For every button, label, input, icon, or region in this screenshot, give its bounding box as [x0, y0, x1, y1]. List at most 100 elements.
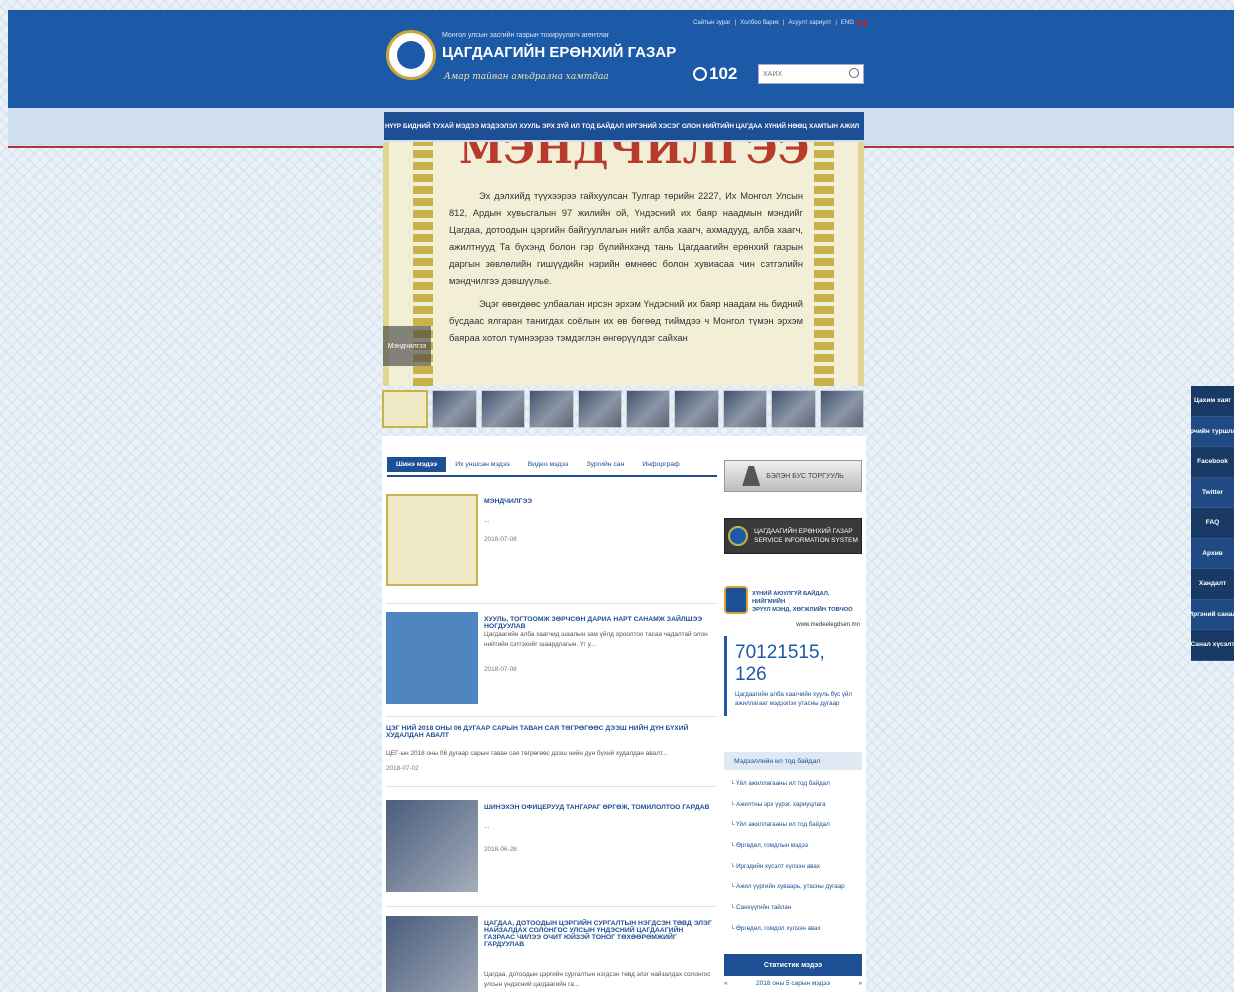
nav-item-public-police[interactable]: ОЛОН НИЙТИЙН ЦАГДАА — [680, 120, 764, 132]
mongol-banner-line2: ЭРҮҮЛ МЭНД, ХӨГЖЛИЙН ТОВЧОО — [752, 607, 853, 613]
transparency-link[interactable]: └ Үйл ажиллагааны ил тод байдал — [730, 821, 864, 842]
transparency-link[interactable]: └ Ажил үүргийн хуваарь, утасны дугаар — [730, 883, 864, 904]
statistics-title[interactable]: Статистик мэдээ — [724, 954, 862, 976]
top-link-english[interactable]: ENG — [841, 20, 854, 26]
hotline-phone-number[interactable]: 70121515, 126 — [735, 642, 854, 686]
thumbnail[interactable] — [480, 390, 526, 428]
news-body: ЦЕГ-ын 2018 оны 06 дугаар сарын таван са… — [386, 750, 668, 757]
top-link-sitemap[interactable]: Сайтын зураг — [693, 20, 731, 26]
search-input[interactable] — [759, 65, 847, 83]
top-link-faq[interactable]: Асуулт хариулт — [788, 20, 831, 26]
banner-paragraph-1: Эх дэлхийд түүхээрээ гайхуулсан Тулгар т… — [449, 191, 803, 286]
cashless-fine-button[interactable]: БЭЛЭН БУС ТОРГУУЛЬ — [724, 460, 862, 492]
transparency-link[interactable]: └ Ажилтны эрх үүрэг, хариуцлага — [730, 801, 864, 822]
quicklink-visits[interactable]: Хандалт — [1191, 569, 1234, 600]
news-item[interactable]: ЦЭГ НИЙ 2018 ОНЫ 06 ДУГААР САРЫН ТАВАН С… — [386, 725, 716, 775]
thumbnail[interactable] — [577, 390, 623, 428]
news-title[interactable]: ЦЭГ НИЙ 2018 ОНЫ 06 ДУГААР САРЫН ТАВАН С… — [386, 725, 716, 739]
statistics-pager: « 2018 оны 5 сарын мэдээ » — [724, 980, 862, 987]
quicklink-faq[interactable]: FAQ — [1191, 508, 1234, 539]
service-system-button[interactable]: ЦАГДААГИЙН ЕРӨНХИЙ ГАЗАР SERVICE INFORMA… — [724, 518, 862, 554]
quicklink-citizen-feedback[interactable]: Иргэний санал — [1191, 599, 1234, 630]
news-image[interactable] — [386, 494, 478, 586]
tab-most-read[interactable]: Их уншсан мэдээ — [446, 457, 519, 472]
tab-infographic[interactable]: Инфорграф — [633, 457, 688, 472]
search-box — [758, 64, 864, 84]
mongol-banner-url[interactable]: www.medeelegdsen.mn — [796, 622, 860, 628]
news-item[interactable]: ШИНЭХЭН ОФИЦЕРУУД ТАНГАРАГ ӨРГӨЖ, ТОМИЛО… — [386, 800, 716, 894]
mongol-banner-line1: ХҮНИЙ АЮУЛГҮЙ БАЙДАЛ, НИЙГМИЙН — [752, 591, 830, 605]
nav-item-cooperation[interactable]: ХАМТЫН АЖИЛ — [807, 120, 861, 132]
hotline-box: 70121515, 126 Цагдаагийн алба хаагчийн х… — [724, 636, 862, 716]
main-nav: НҮҮР БИДНИЙ ТУХАЙ МЭДЭЭ МЭДЭЭЛЭЛ ХУУЛЬ Э… — [384, 116, 861, 136]
quicklink-e-address[interactable]: Цахим хаяг — [1191, 386, 1234, 417]
thumbnail[interactable] — [626, 390, 671, 428]
stat-next-button[interactable]: » — [858, 980, 862, 987]
divider — [386, 603, 716, 604]
news-title[interactable]: ЦАГДАА, ДОТООДЫН ЦЭРГИЙН СУРГАЛТЫН НЭГДС… — [484, 920, 716, 948]
sidebar-service-system[interactable]: ЦАГДААГИЙН ЕРӨНХИЙ ГАЗАР SERVICE INFORMA… — [724, 518, 862, 554]
banner-caption[interactable]: Мэндчилгээ — [383, 326, 431, 366]
flag-icon[interactable] — [857, 20, 866, 26]
quicklink-feedback[interactable]: Санал хүсэлт — [1191, 630, 1234, 661]
stat-prev-button[interactable]: « — [724, 980, 728, 987]
nav-item-law[interactable]: ХУУЛЬ ЭРХ ЗҮЙ — [518, 120, 570, 132]
nav-item-home[interactable]: НҮҮР — [384, 120, 402, 132]
news-title[interactable]: МЭНДЧИЛГЭЭ — [484, 498, 716, 505]
banner-paragraph-2: Эцэг өвөгдөөс улбаалан ирсэн эрхэм Үндэс… — [449, 299, 803, 343]
news-title[interactable]: ШИНЭХЭН ОФИЦЕРУУД ТАНГАРАГ ӨРГӨЖ, ТОМИЛО… — [484, 804, 716, 811]
news-image[interactable] — [386, 800, 478, 892]
thumbnail[interactable] — [529, 390, 574, 428]
org-name[interactable]: ЦАГДААГИЙН ЕРӨНХИЙ ГАЗАР — [442, 44, 676, 61]
nav-item-news[interactable]: МЭДЭЭ МЭДЭЭЛЭЛ — [454, 120, 519, 132]
transparency-link[interactable]: └ Өргөдөл, гомдлын мэдээ — [730, 842, 864, 863]
quicklink-witness[interactable]: Гэрчийн туршлага — [1191, 416, 1234, 447]
transparency-link[interactable]: └ Өргөдөл, гомдол хүлээн авах — [730, 925, 864, 946]
news-item[interactable]: МЭНДЧИЛГЭЭ ... 2018-07-08 — [386, 494, 716, 588]
sidebar-cashless-fine[interactable]: БЭЛЭН БУС ТОРГУУЛЬ — [724, 460, 862, 492]
nav-item-about[interactable]: БИДНИЙ ТУХАЙ — [402, 120, 455, 132]
news-image[interactable] — [386, 916, 478, 992]
transparency-list: └ Үйл ажиллагааны ил тод байдал └ Ажилтн… — [730, 780, 864, 946]
quicklink-facebook[interactable]: Facebook — [1191, 447, 1234, 478]
hero-banner[interactable]: МЭНДЧИЛГЭЭ Эх дэлхийд түүхээрээ гайхуулс… — [383, 142, 864, 386]
police-logo[interactable] — [386, 30, 436, 80]
tab-video-news[interactable]: Видео мэдээ — [519, 457, 578, 472]
transparency-link[interactable]: └ Иргэдийн хүсэлт хүлээн авах — [730, 863, 864, 884]
news-title[interactable]: ХУУЛЬ, ТОГТООМЖ ЗӨРЧСӨН ДАРИА НАРТ САНАМ… — [484, 616, 716, 630]
news-body: ... — [484, 823, 490, 830]
thumbnail[interactable] — [382, 390, 429, 428]
news-body: Цагдаа, дотоодын цэргийн сургалтын нэгдс… — [484, 971, 711, 988]
mongol-banner-text: ХҮНИЙ АЮУЛГҮЙ БАЙДАЛ, НИЙГМИЙН ЭРҮҮЛ МЭН… — [752, 590, 862, 614]
quicklink-twitter[interactable]: Twitter — [1191, 477, 1234, 508]
quicklink-archive[interactable]: Архив — [1191, 538, 1234, 569]
transparency-title[interactable]: Мэдээллийн ил тод байдал — [724, 752, 862, 770]
news-item[interactable]: ЦАГДАА, ДОТООДЫН ЦЭРГИЙН СУРГАЛТЫН НЭГДС… — [386, 916, 716, 992]
thumbnail[interactable] — [432, 390, 477, 428]
hotline-description: Цагдаагийн алба хаагчийн хууль бус үйл а… — [735, 691, 853, 707]
thumbnail[interactable] — [771, 390, 816, 428]
news-item[interactable]: ХУУЛЬ, ТОГТООМЖ ЗӨРЧСӨН ДАРИА НАРТ САНАМ… — [386, 612, 716, 706]
thumbnail[interactable] — [674, 390, 719, 428]
news-date: 2018-07-08 — [484, 666, 517, 673]
transparency-link[interactable]: └ Үйл ажиллагааны ил тод байдал — [730, 780, 864, 801]
banner-thumbnails — [382, 390, 865, 430]
news-image[interactable] — [386, 612, 478, 704]
nav-item-hr[interactable]: ХҮНИЙ НӨӨЦ — [763, 120, 808, 132]
tab-latest-news[interactable]: Шинэ мэдээ — [387, 456, 447, 472]
search-icon[interactable] — [849, 68, 859, 78]
sidebar-mongol-banner[interactable]: ХҮНИЙ АЮУЛГҮЙ БАЙДАЛ, НИЙГМИЙН ЭРҮҮЛ МЭН… — [724, 586, 862, 632]
thumbnail[interactable] — [722, 390, 768, 428]
hotline-number: 102 — [709, 64, 738, 83]
thumbnail[interactable] — [819, 390, 865, 428]
hotline[interactable]: 102 — [693, 64, 737, 84]
news-body: Цагдаагийн алба хаагчид шаалын зам үйлд … — [484, 631, 708, 648]
nav-item-citizen[interactable]: ИРГЭНИЙ ХЭСЭГ — [624, 120, 681, 132]
nav-item-transparency[interactable]: ИЛ ТОД БАЙДАЛ — [569, 120, 625, 132]
transparency-link[interactable]: └ Санхүүгийн тайлан — [730, 904, 864, 925]
divider — [386, 906, 716, 907]
tab-gallery[interactable]: Зургийн сан — [577, 457, 633, 472]
top-link-contact[interactable]: Холбоо барих — [740, 20, 779, 26]
right-quicklinks: Цахим хаяг Гэрчийн туршлага Facebook Twi… — [1191, 386, 1234, 661]
news-date: 2018-06-28 — [484, 846, 517, 853]
